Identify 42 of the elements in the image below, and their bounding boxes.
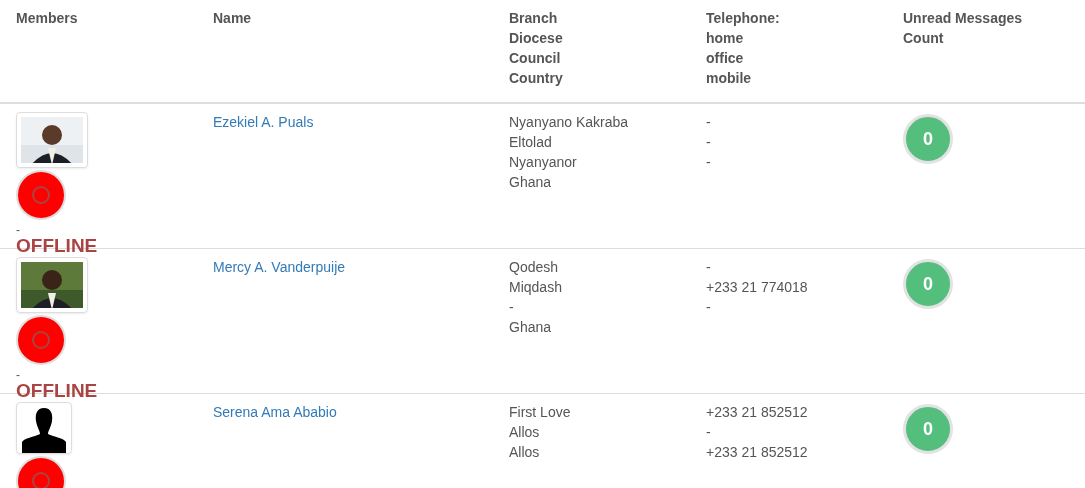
column-header: Telephone: bbox=[706, 9, 780, 28]
status-label: OFFLINE bbox=[16, 381, 98, 401]
column-header: mobile bbox=[706, 69, 752, 88]
member-name-link[interactable]: Serena Ama Ababio bbox=[213, 402, 337, 422]
column-header: Diocese bbox=[509, 29, 563, 48]
branch-text: Qodesh bbox=[509, 258, 559, 277]
column-header: Members bbox=[16, 9, 78, 28]
branch-text: Nyanyanor bbox=[509, 153, 577, 172]
branch-text: First Love bbox=[509, 403, 571, 422]
status-text: - bbox=[16, 369, 20, 381]
unread-count-badge: 0 bbox=[903, 259, 953, 309]
branch-text: Ghana bbox=[509, 318, 552, 337]
branch-text: Allos bbox=[509, 423, 540, 442]
column-header: Branch bbox=[509, 9, 558, 28]
column-header: Name bbox=[213, 9, 252, 28]
status-label: OFFLINE bbox=[16, 236, 98, 256]
member-name-link[interactable]: Ezekiel A. Puals bbox=[213, 112, 314, 132]
telephone-text: - bbox=[706, 423, 711, 442]
column-header: home bbox=[706, 29, 744, 48]
branch-text: Nyanyano Kakraba bbox=[509, 113, 629, 132]
branch-text: Allos bbox=[509, 443, 540, 462]
column-header: Council bbox=[509, 49, 561, 68]
branch-text: - bbox=[509, 298, 514, 317]
member-name-link[interactable]: Mercy A. Vanderpuije bbox=[213, 257, 346, 277]
avatar-silhouette-icon bbox=[20, 407, 68, 453]
telephone-text: +233 21 774018 bbox=[706, 278, 808, 297]
status-text: - bbox=[16, 224, 20, 236]
unread-count-badge: 0 bbox=[903, 114, 953, 164]
branch-text: Eltolad bbox=[509, 133, 552, 152]
branch-text: Ghana bbox=[509, 173, 552, 192]
telephone-text: - bbox=[706, 298, 711, 317]
telephone-text: +233 21 852512 bbox=[706, 403, 808, 422]
telephone-text: - bbox=[706, 113, 711, 132]
telephone-text: +233 21 852512 bbox=[706, 443, 808, 462]
telephone-text: - bbox=[706, 258, 711, 277]
branch-text: Miqdash bbox=[509, 278, 562, 297]
telephone-text: - bbox=[706, 133, 711, 152]
column-header: office bbox=[706, 49, 744, 68]
telephone-text: - bbox=[706, 153, 711, 172]
column-header: Unread Messages Count bbox=[903, 9, 1024, 48]
column-header: Country bbox=[509, 69, 563, 88]
unread-count-badge: 0 bbox=[903, 404, 953, 454]
